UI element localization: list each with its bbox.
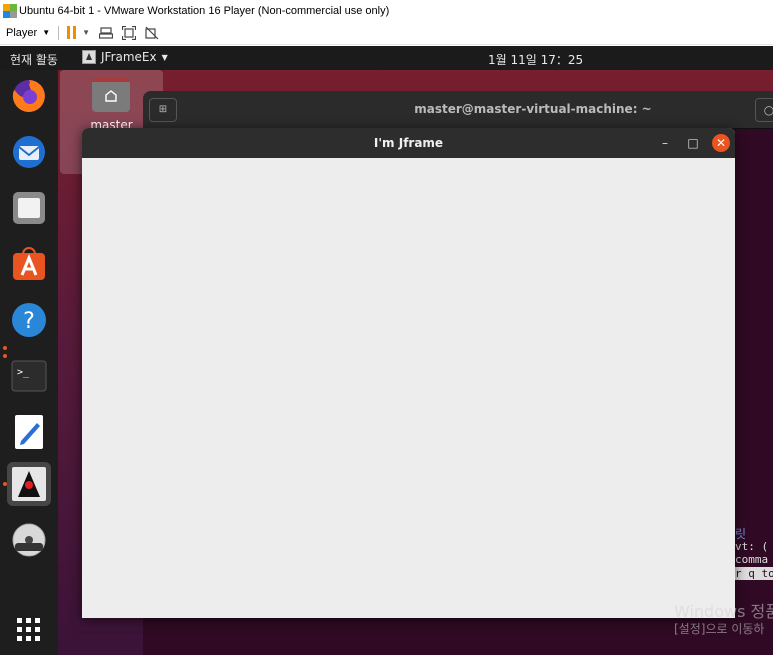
files-icon [13, 192, 45, 224]
chevron-down-icon: ▼ [161, 52, 168, 62]
dock-text-editor[interactable] [7, 410, 51, 454]
ubuntu-dock: ? >_ [0, 70, 58, 655]
fullscreen-icon[interactable] [122, 25, 137, 40]
terminal-header-bar: ⊞ master@master-virtual-machine: ~ ○ [143, 91, 773, 129]
vmware-title-bar: Ubuntu 64-bit 1 - VMware Workstation 16 … [0, 0, 773, 21]
jframe-title-bar[interactable]: I'm Jframe – □ ✕ [82, 128, 735, 158]
close-button[interactable]: ✕ [712, 134, 730, 152]
jframe-window[interactable]: I'm Jframe – □ ✕ [82, 128, 735, 618]
app-menu-label: JFrameEx [101, 50, 157, 64]
svg-text:>_: >_ [17, 367, 30, 378]
dvd-icon [12, 523, 46, 557]
terminal-line: r q to [735, 567, 773, 580]
windows-activation-watermark: Windows 정품 [674, 602, 773, 621]
thunderbird-icon [13, 136, 45, 168]
app-menu[interactable]: JFrameEx ▼ [82, 50, 168, 64]
player-menu-button[interactable]: Player ▼ [0, 27, 50, 39]
chevron-down-icon: ▼ [42, 28, 51, 37]
vmware-toolbar: Player ▼ ▼ [0, 21, 773, 45]
running-indicator [3, 346, 7, 350]
jframe-title: I'm Jframe [373, 136, 444, 150]
java-duke-icon [12, 467, 46, 501]
windows-activation-watermark-sub: [설정]으로 이동하 [674, 622, 765, 636]
terminal-search-button[interactable]: ○ [755, 98, 773, 122]
clock[interactable]: 1월 11일 17：25 [488, 51, 583, 68]
terminal-icon: >_ [11, 360, 47, 392]
dock-help[interactable]: ? [7, 298, 51, 342]
network-devices-icon[interactable] [99, 26, 114, 40]
text-editor-icon [15, 415, 43, 449]
player-menu-label: Player [6, 26, 38, 39]
terminal-line: vt: ( [735, 540, 769, 553]
terminal-title: master@master-virtual-machine: ~ [414, 102, 652, 116]
dock-terminal[interactable]: >_ [7, 354, 51, 398]
svg-text:?: ? [23, 309, 35, 334]
software-store-icon [13, 247, 45, 280]
activities-button[interactable]: 현재 활동 [10, 51, 58, 68]
show-applications-button[interactable] [7, 608, 51, 652]
gnome-top-bar: 현재 활동 JFrameEx ▼ 1월 11일 17：25 [0, 46, 773, 70]
vmware-logo-icon [3, 3, 17, 18]
dock-firefox[interactable] [7, 74, 51, 118]
firefox-icon [12, 80, 45, 112]
search-icon: ○ [763, 103, 773, 117]
dock-software[interactable] [7, 242, 51, 286]
maximize-button[interactable]: □ [684, 134, 702, 152]
dock-files[interactable] [7, 186, 51, 230]
ubuntu-desktop: 현재 활동 JFrameEx ▼ 1월 11일 17：25 ? >_ maste… [0, 46, 773, 655]
help-icon: ? [12, 303, 46, 337]
terminal-line: comma [735, 553, 769, 566]
dock-dvd[interactable] [7, 518, 51, 562]
chevron-down-icon[interactable]: ▼ [82, 28, 90, 37]
jframe-content-pane [82, 158, 735, 618]
toolbar-divider [58, 25, 60, 40]
java-app-icon [82, 50, 96, 64]
dock-thunderbird[interactable] [7, 130, 51, 174]
unity-mode-icon[interactable] [145, 26, 159, 40]
vmware-window-title: Ubuntu 64-bit 1 - VMware Workstation 16 … [19, 4, 390, 17]
pause-icon[interactable] [67, 26, 77, 39]
home-folder-icon [92, 78, 130, 112]
app-grid-icon [17, 618, 40, 641]
minimize-button[interactable]: – [656, 134, 674, 152]
dock-java[interactable] [7, 462, 51, 506]
